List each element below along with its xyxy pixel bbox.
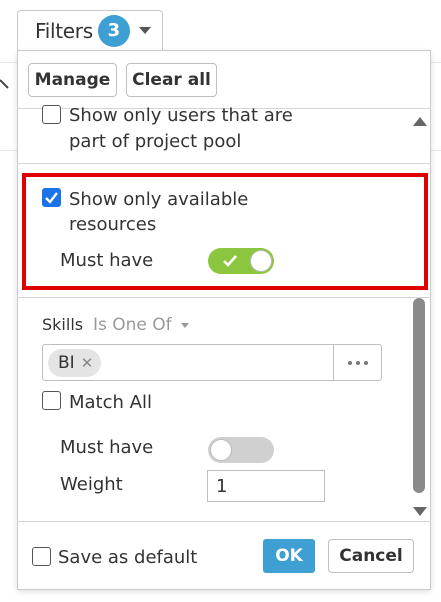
weight-label: Weight	[60, 474, 123, 495]
background-search-icon	[0, 74, 10, 99]
skills-tag-input[interactable]: BI ✕	[42, 344, 382, 381]
skills-must-have-label: Must have	[60, 437, 154, 458]
available-resources-label-line1: Show only available	[69, 189, 249, 210]
chevron-down-icon	[138, 27, 151, 34]
scroll-down-icon[interactable]	[413, 507, 427, 516]
save-default-checkbox[interactable]	[32, 547, 51, 566]
clear-all-button-label: Clear all	[132, 70, 211, 90]
filters-label: Filters	[35, 18, 93, 43]
save-default-label: Save as default	[58, 547, 198, 568]
toggle-knob	[250, 250, 272, 272]
ellipsis-dot	[355, 360, 360, 365]
project-pool-label-line2: part of project pool	[69, 131, 242, 152]
filters-button[interactable]: Filters 3	[17, 10, 163, 50]
scroll-up-icon[interactable]	[413, 117, 427, 126]
clear-all-button[interactable]: Clear all	[126, 63, 217, 97]
match-all-checkbox[interactable]	[42, 391, 61, 410]
close-icon[interactable]: ✕	[81, 354, 94, 372]
ellipsis-dot	[363, 360, 368, 365]
available-must-have-label: Must have	[60, 250, 154, 271]
available-must-have-toggle[interactable]	[208, 248, 274, 274]
available-resources-label-line2: resources	[69, 214, 157, 235]
check-icon	[45, 192, 58, 204]
skill-chip: BI ✕	[48, 349, 102, 377]
project-pool-checkbox[interactable]	[42, 105, 61, 124]
manage-button-label: Manage	[34, 70, 111, 90]
filters-count-badge: 3	[97, 14, 130, 47]
toggle-knob	[210, 439, 232, 461]
weight-value: 1	[216, 475, 228, 497]
skill-chip-label: BI	[58, 353, 75, 373]
available-resources-checkbox[interactable]	[42, 188, 61, 207]
scrollbar-thumb[interactable]	[413, 298, 425, 493]
section-divider	[18, 163, 430, 164]
project-pool-label-line1: Show only users that are	[69, 105, 293, 126]
match-all-label: Match All	[69, 392, 152, 413]
ok-button-label: OK	[275, 546, 303, 566]
check-icon	[223, 255, 237, 267]
filters-panel: Manage Clear all Show only users that ar…	[17, 50, 431, 590]
ellipsis-icon	[347, 360, 352, 365]
manage-button[interactable]: Manage	[28, 63, 117, 97]
skills-operator-select[interactable]: Is One Of	[93, 312, 190, 338]
weight-input[interactable]: 1	[207, 470, 325, 502]
footer-divider	[18, 521, 430, 522]
cancel-button[interactable]: Cancel	[328, 539, 414, 573]
skills-must-have-toggle[interactable]	[208, 437, 274, 463]
section-divider	[18, 297, 430, 298]
skills-operator-value: Is One Of	[93, 315, 172, 335]
skills-more-button[interactable]	[333, 345, 381, 380]
skills-label: Skills	[42, 315, 84, 334]
ok-button[interactable]: OK	[263, 539, 315, 573]
chevron-down-icon	[181, 322, 190, 328]
cancel-button-label: Cancel	[339, 546, 403, 566]
